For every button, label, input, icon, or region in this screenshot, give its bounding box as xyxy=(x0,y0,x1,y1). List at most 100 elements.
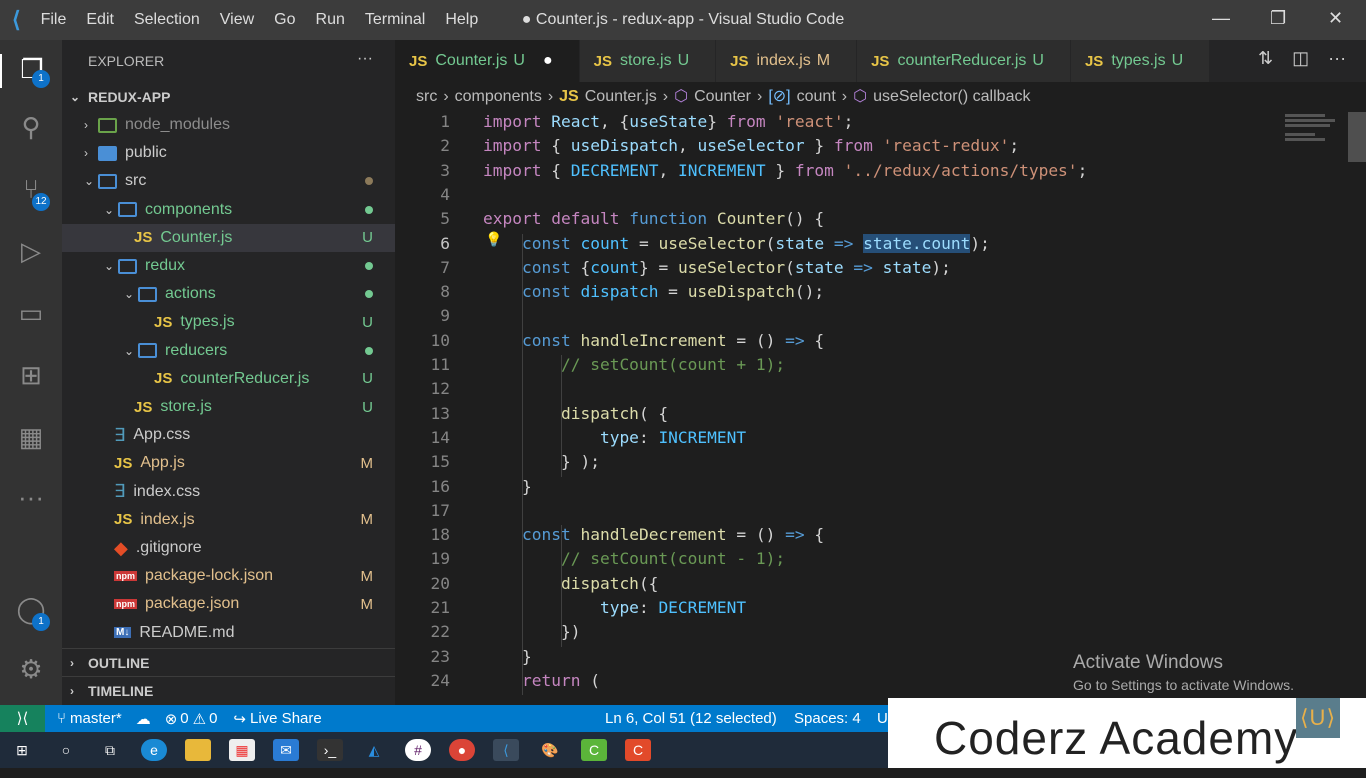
tree-item[interactable]: ⌄ redux xyxy=(62,252,395,280)
code-line[interactable]: // setCount(count + 1); xyxy=(483,355,785,374)
code-line[interactable]: const handleIncrement = () => { xyxy=(483,331,824,350)
slack-icon[interactable]: # xyxy=(405,739,431,761)
vscode-taskbar-icon[interactable]: ⟨ xyxy=(493,739,519,761)
root-folder[interactable]: ⌄ REDUX-APP xyxy=(62,83,395,111)
explorer-icon[interactable]: ❐ xyxy=(0,54,62,88)
split-editor-icon[interactable]: ◫ xyxy=(1292,48,1309,68)
camtasia-red-icon[interactable]: C xyxy=(625,739,651,761)
tree-item[interactable]: › node_modules xyxy=(62,111,395,139)
sync-icon[interactable]: ☁ xyxy=(136,710,151,728)
tree-item[interactable]: M↓ README.md xyxy=(62,619,395,647)
editor-scrollbar[interactable] xyxy=(1348,112,1366,162)
edge-icon[interactable]: e xyxy=(141,739,167,761)
tree-item[interactable]: ⌄ components xyxy=(62,196,395,224)
code-line[interactable]: return ( xyxy=(483,671,600,690)
settings-gear-icon[interactable]: ⚙ xyxy=(14,654,48,688)
code-editor[interactable]: 1 import React, {useState} from 'react'; 2… xyxy=(395,112,1275,705)
docker-icon[interactable]: ▦ xyxy=(14,422,48,456)
warning-count[interactable]: 0 xyxy=(209,710,217,727)
camtasia-green-icon[interactable]: C xyxy=(581,739,607,761)
error-count[interactable]: 0 xyxy=(180,710,188,727)
menu-edit[interactable]: Edit xyxy=(86,11,114,28)
search-icon[interactable]: ⚲ xyxy=(14,112,48,146)
run-debug-icon[interactable]: ▷ xyxy=(14,236,48,270)
tree-item[interactable]: ∃ index.css xyxy=(62,478,395,506)
tab-store-js[interactable]: JS store.js U xyxy=(579,40,717,82)
code-line[interactable]: dispatch( { xyxy=(483,404,668,423)
code-line[interactable]: }) xyxy=(483,622,581,641)
tree-item[interactable]: npm package-lock.json M xyxy=(62,562,395,590)
tree-item[interactable]: JS Counter.js U xyxy=(62,223,395,252)
extensions-icon[interactable]: ⊞ xyxy=(14,360,48,394)
tree-item[interactable]: ◆ .gitignore xyxy=(62,534,395,562)
tree-item[interactable]: ⌄ actions xyxy=(62,280,395,308)
store-icon[interactable]: ▦ xyxy=(229,739,255,761)
menu-file[interactable]: File xyxy=(41,11,67,28)
paint-icon[interactable]: 🎨 xyxy=(537,739,563,761)
menu-help[interactable]: Help xyxy=(445,11,478,28)
code-line[interactable]: const dispatch = useDispatch(); xyxy=(483,282,824,301)
lightbulb-icon[interactable]: 💡 xyxy=(485,232,502,248)
start-icon[interactable]: ⊞ xyxy=(9,739,35,761)
minimap[interactable] xyxy=(1285,112,1345,162)
tree-item[interactable]: npm package.json M xyxy=(62,590,395,618)
tab-types-js[interactable]: JS types.js U xyxy=(1070,40,1211,82)
breadcrumb-item[interactable]: Counter xyxy=(694,88,751,105)
close-button[interactable]: ✕ xyxy=(1328,8,1343,29)
code-line[interactable]: } xyxy=(483,647,532,666)
code-line[interactable]: import { DECREMENT, INCREMENT } from '..… xyxy=(483,161,1087,180)
indentation[interactable]: Spaces: 4 xyxy=(794,710,861,727)
tree-item[interactable]: JS counterReducer.js U xyxy=(62,365,395,393)
timeline-section[interactable]: › TIMELINE xyxy=(62,676,395,704)
mail-icon[interactable]: ✉ xyxy=(273,739,299,761)
code-line[interactable]: dispatch({ xyxy=(483,574,658,593)
compare-changes-icon[interactable]: ⇅ xyxy=(1258,48,1273,68)
terminal-icon[interactable]: ›_ xyxy=(317,739,343,761)
code-line[interactable]: const count = useSelector(state => state… xyxy=(483,233,990,253)
menu-selection[interactable]: Selection xyxy=(134,11,200,28)
tree-item[interactable]: › public xyxy=(62,139,395,167)
unsaved-dot-icon[interactable]: ● xyxy=(543,52,553,70)
tab-index-js[interactable]: JS index.js M xyxy=(716,40,858,82)
branch-name[interactable]: master* xyxy=(70,710,122,727)
more-icon[interactable]: ··· xyxy=(14,482,48,516)
azure-icon[interactable]: ◭ xyxy=(361,739,387,761)
minimize-button[interactable]: — xyxy=(1212,8,1230,29)
menu-view[interactable]: View xyxy=(220,11,254,28)
code-line[interactable]: } xyxy=(483,477,532,496)
restore-button[interactable]: ❐ xyxy=(1270,8,1286,29)
tab-counter-js[interactable]: JS Counter.js U ● xyxy=(395,40,580,82)
menu-terminal[interactable]: Terminal xyxy=(365,11,425,28)
tab-counterreducer-js[interactable]: JS counterReducer.js U xyxy=(857,40,1071,82)
tree-item[interactable]: ⌄ src xyxy=(62,167,395,195)
code-line[interactable]: import { useDispatch, useSelector } from… xyxy=(483,136,1019,155)
tree-item[interactable]: ∃ App.css xyxy=(62,421,395,449)
breadcrumb-item[interactable]: src xyxy=(416,88,437,105)
task-view-icon[interactable]: ⧉ xyxy=(97,739,123,761)
outline-section[interactable]: › OUTLINE xyxy=(62,648,395,676)
live-share-button[interactable]: Live Share xyxy=(250,710,322,727)
breadcrumb-item[interactable]: Counter.js xyxy=(585,88,657,105)
breadcrumb-item[interactable]: components xyxy=(455,88,542,105)
code-line[interactable]: export default function Counter() { xyxy=(483,209,824,228)
code-line[interactable]: import React, {useState} from 'react'; xyxy=(483,112,853,131)
cursor-position[interactable]: Ln 6, Col 51 (12 selected) xyxy=(605,710,777,727)
breadcrumb-item[interactable]: count xyxy=(797,88,836,105)
remote-indicator-icon[interactable]: ⟩⟨ xyxy=(0,705,45,732)
code-line[interactable]: // setCount(count - 1); xyxy=(483,549,785,568)
code-line[interactable]: const handleDecrement = () => { xyxy=(483,525,824,544)
menu-run[interactable]: Run xyxy=(316,11,345,28)
encoding[interactable]: U xyxy=(877,710,888,727)
code-line[interactable]: const {count} = useSelector(state => sta… xyxy=(483,258,951,277)
breadcrumb-item[interactable]: useSelector() callback xyxy=(873,88,1030,105)
tree-item[interactable]: ⌄ reducers xyxy=(62,337,395,365)
explorer-more-button[interactable]: ··· xyxy=(357,50,373,68)
tree-item[interactable]: JS types.js U xyxy=(62,308,395,336)
chrome-icon[interactable]: ● xyxy=(449,739,475,761)
more-actions-icon[interactable]: ··· xyxy=(1328,48,1346,68)
menu-go[interactable]: Go xyxy=(274,11,295,28)
tree-item[interactable]: JS index.js M xyxy=(62,506,395,534)
file-explorer-icon[interactable] xyxy=(185,739,211,761)
tree-item[interactable]: JS App.js M xyxy=(62,449,395,477)
remote-explorer-icon[interactable]: ▭ xyxy=(14,298,48,332)
